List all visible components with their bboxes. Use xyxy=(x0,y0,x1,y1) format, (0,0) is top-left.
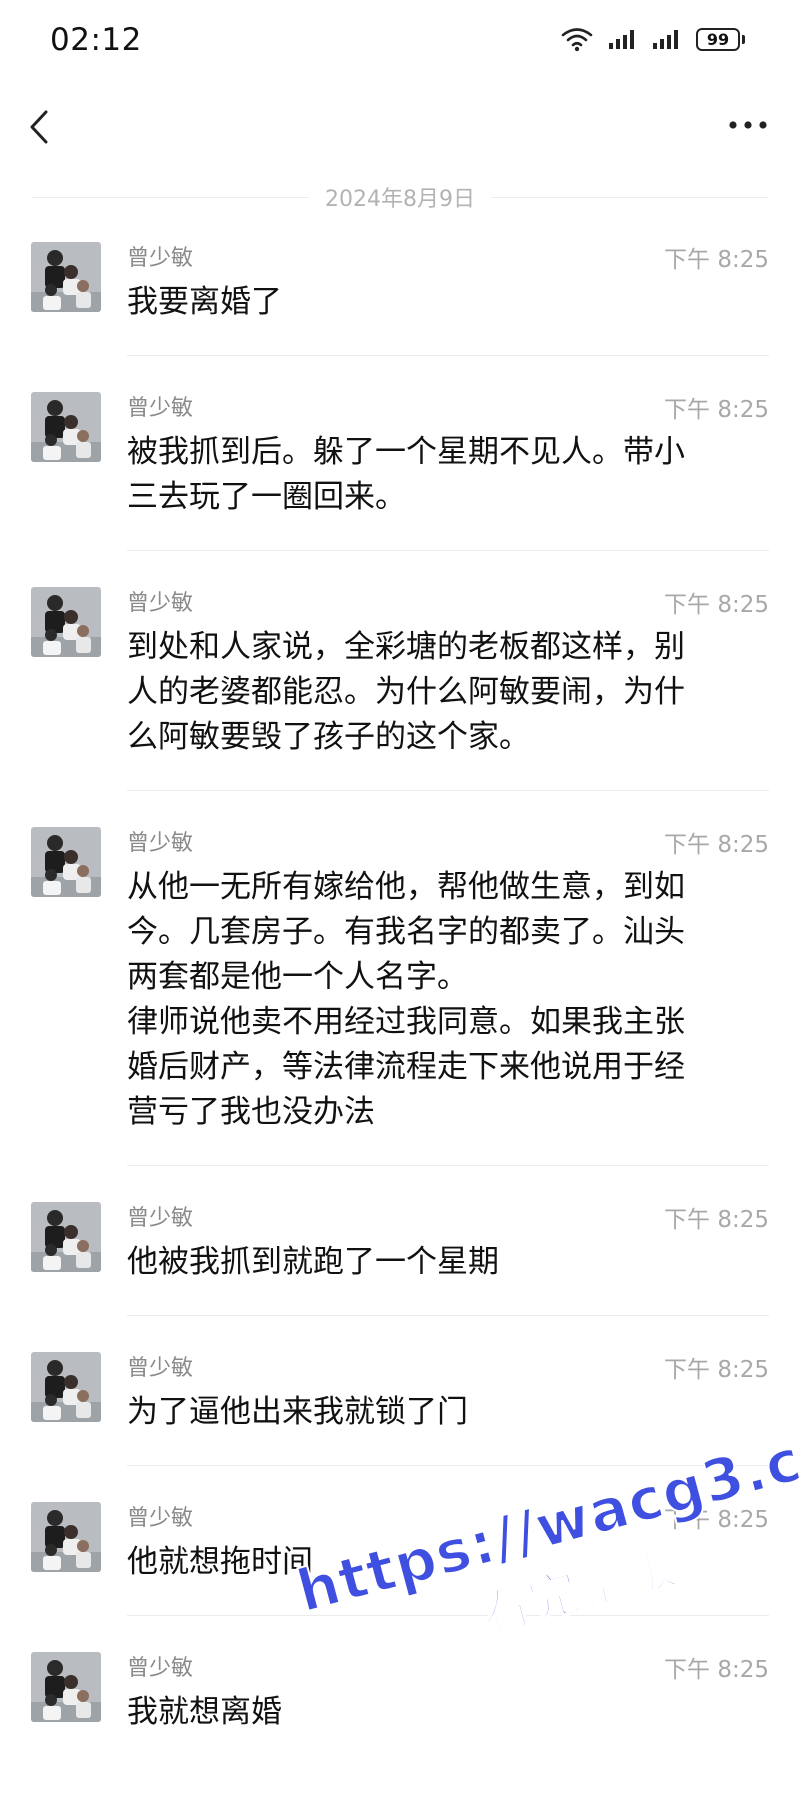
avatar[interactable] xyxy=(31,1202,101,1272)
message-text: 被我抓到后。躲了一个星期不见人。带小 三去玩了一圈回来。 xyxy=(127,434,685,515)
avatar[interactable] xyxy=(31,392,101,462)
message-time: 下午 8:25 xyxy=(664,832,769,858)
signal-icon xyxy=(609,30,634,49)
message-item: 曾少敏 下午 8:25 我要离婚了 xyxy=(0,236,800,356)
message-time: 下午 8:25 xyxy=(664,1207,769,1233)
chevron-left-icon xyxy=(30,110,48,144)
battery-icon: 99 xyxy=(696,27,745,51)
sender-name: 曾少敏 xyxy=(127,1656,194,1681)
message-text: 从他一无所有嫁给他，帮他做生意，到如 今。几套房子。有我名字的都卖了。汕头 两套… xyxy=(127,869,685,1130)
sender-name: 曾少敏 xyxy=(127,246,194,271)
avatar[interactable] xyxy=(31,242,101,312)
message-item: 曾少敏 下午 8:25 被我抓到后。躲了一个星期不见人。带小 三去玩了一圈回来。 xyxy=(0,386,800,551)
sender-name: 曾少敏 xyxy=(127,1206,194,1231)
signal-icon xyxy=(653,30,678,49)
battery-level: 99 xyxy=(696,27,740,51)
message-time: 下午 8:25 xyxy=(664,1507,769,1533)
sender-name: 曾少敏 xyxy=(127,1356,194,1381)
message-time: 下午 8:25 xyxy=(664,1357,769,1383)
sender-name: 曾少敏 xyxy=(127,1506,194,1531)
status-bar: 02:12 99 xyxy=(0,0,800,86)
message-text: 他就想拖时间 xyxy=(127,1544,313,1580)
avatar[interactable] xyxy=(31,1652,101,1722)
message-time: 下午 8:25 xyxy=(664,592,769,618)
message-text: 我要离婚了 xyxy=(127,284,282,320)
status-icons: 99 xyxy=(560,26,745,52)
avatar[interactable] xyxy=(31,587,101,657)
message-time: 下午 8:25 xyxy=(664,397,769,423)
avatar[interactable] xyxy=(31,1502,101,1572)
sender-name: 曾少敏 xyxy=(127,591,194,616)
status-time: 02:12 xyxy=(50,22,142,58)
more-button[interactable] xyxy=(718,102,778,152)
message-text: 为了逼他出来我就锁了门 xyxy=(127,1394,468,1430)
nav-bar xyxy=(0,96,800,162)
message-text: 他被我抓到就跑了一个星期 xyxy=(127,1244,499,1280)
message-list: 曾少敏 下午 8:25 我要离婚了 曾少敏 下午 8:25 被我抓到后。躲了一个… xyxy=(0,236,800,1795)
message-text: 到处和人家说，全彩塘的老板都这样，别 人的老婆都能忍。为什么阿敏要闹，为什 么阿… xyxy=(127,629,685,755)
date-divider: 2024年8月9日 xyxy=(32,182,769,212)
avatar[interactable] xyxy=(31,827,101,897)
message-item: 曾少敏 下午 8:25 我就想离婚 xyxy=(0,1646,800,1765)
sender-name: 曾少敏 xyxy=(127,396,194,421)
message-time: 下午 8:25 xyxy=(664,1657,769,1683)
message-text: 我就想离婚 xyxy=(127,1694,282,1730)
message-time: 下午 8:25 xyxy=(664,247,769,273)
message-item: 曾少敏 下午 8:25 他被我抓到就跑了一个星期 xyxy=(0,1196,800,1316)
sender-name: 曾少敏 xyxy=(127,831,194,856)
message-item: 曾少敏 下午 8:25 到处和人家说，全彩塘的老板都这样，别 人的老婆都能忍。为… xyxy=(0,581,800,791)
back-button[interactable] xyxy=(18,102,68,152)
message-item: 曾少敏 下午 8:25 他就想拖时间 xyxy=(0,1496,800,1616)
avatar[interactable] xyxy=(31,1352,101,1422)
wifi-icon xyxy=(561,28,593,52)
more-horizontal-icon xyxy=(729,121,767,129)
message-item: 曾少敏 下午 8:25 从他一无所有嫁给他，帮他做生意，到如 今。几套房子。有我… xyxy=(0,821,800,1166)
message-item: 曾少敏 下午 8:25 为了逼他出来我就锁了门 xyxy=(0,1346,800,1466)
date-text: 2024年8月9日 xyxy=(325,187,475,212)
